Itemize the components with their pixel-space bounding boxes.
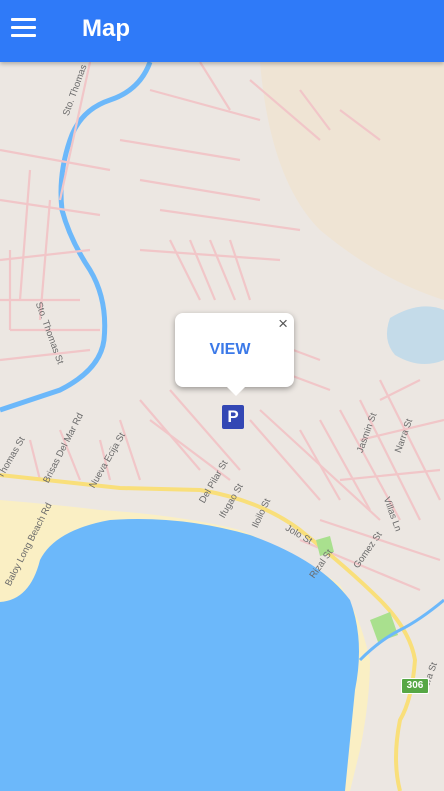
view-button[interactable]: VIEW [175, 341, 285, 359]
sea [0, 519, 359, 791]
sand-area [260, 62, 444, 300]
menu-icon [11, 18, 36, 21]
page-title: Map [82, 15, 130, 42]
info-popup: × VIEW [175, 313, 294, 396]
parking-marker-icon[interactable]: P [222, 405, 244, 429]
river-east [358, 598, 444, 662]
app-bar: Map [0, 0, 444, 62]
menu-icon-bar [11, 26, 36, 29]
close-icon[interactable]: × [278, 315, 288, 333]
menu-button[interactable] [10, 16, 38, 42]
menu-icon-bar [11, 34, 36, 37]
pond [386, 306, 444, 364]
route-306-shield: 306 [401, 678, 429, 694]
